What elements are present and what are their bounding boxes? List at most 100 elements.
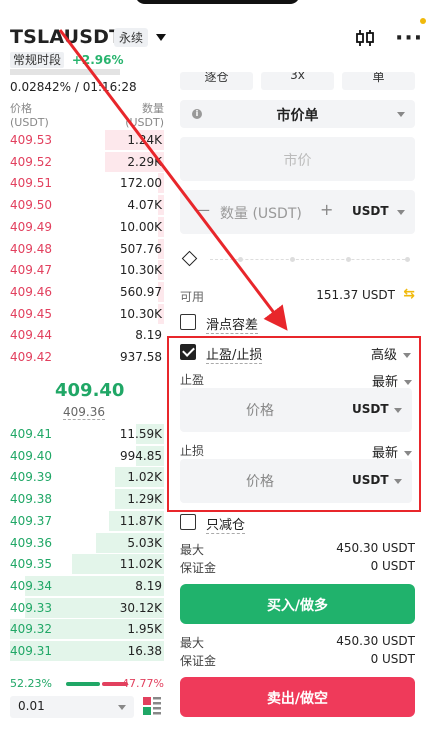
checkbox[interactable] [180,514,196,530]
slippage-toggle[interactable]: 滑点容差 [180,314,415,334]
ask-row[interactable]: 409.46 560.97 [10,281,164,303]
position-mode-label: 单 [372,72,385,84]
ask-row[interactable]: 409.51 172.00 [10,173,164,194]
ask-qty: 1.24K [127,133,162,147]
slider-tick[interactable] [290,257,295,262]
ask-price: 409.44 [10,328,52,343]
position-mode-button[interactable]: 单 [342,72,415,90]
ask-row[interactable]: 409.48 507.76 [10,238,164,260]
ask-row[interactable]: 409.50 4.07K [10,195,164,216]
chevron-down-icon[interactable] [397,210,405,215]
bid-price: 409.40 [10,448,52,463]
symbol-title[interactable]: TSLAUSDT [10,26,122,48]
bid-qty: 5.03K [127,535,162,550]
ask-price: 409.47 [10,263,52,278]
price-column-unit: (USDT) [10,116,49,129]
bid-qty: 8.19 [135,578,162,593]
candlestick-chart-icon[interactable] [355,29,375,47]
orderbook-layout-icon[interactable] [143,697,161,715]
bid-price: 409.36 [10,535,52,550]
session-label: 常规时段 [10,52,65,68]
reduce-only-toggle[interactable]: 只减仓 [180,514,415,534]
sell-margin-row: 保证金 0 USDT [180,652,415,669]
chevron-down-icon[interactable] [156,34,166,41]
quantity-slider[interactable] [180,250,415,268]
bid-row[interactable]: 409.34 8.19 [10,575,164,597]
ask-row[interactable]: 409.49 10.00K [10,216,164,238]
bid-row[interactable]: 409.32 1.95K [10,619,164,640]
bid-row[interactable]: 409.38 1.29K [10,489,164,510]
ask-row[interactable]: 409.42 937.58 [10,347,164,368]
price-input[interactable]: 市价 [180,137,415,181]
bid-row[interactable]: 409.33 30.12K [10,597,164,619]
ask-row[interactable]: 409.45 10.30K [10,303,164,325]
quantity-unit[interactable]: USDT [352,204,389,218]
buy-max-row: 最大 450.30 USDT [180,541,415,558]
ask-qty: 10.00K [119,219,162,234]
ask-price: 409.42 [10,350,52,364]
bid-qty: 11.87K [119,513,162,528]
ask-row[interactable]: 409.47 10.30K [10,260,164,281]
precision-select[interactable]: 0.01 [10,696,134,718]
bid-qty: 994.85 [120,448,162,463]
ask-price: 409.46 [10,284,52,299]
ask-qty: 560.97 [120,284,162,299]
sell-max-row: 最大 450.30 USDT [180,634,415,651]
contract-type-badge: 永续 [114,28,149,47]
buy-margin-label: 保证金 [180,561,217,575]
chevron-down-icon [118,705,126,710]
transfer-icon[interactable]: ⇆ [403,286,415,302]
ask-row[interactable]: 409.44 8.19 [10,325,164,346]
margin-mode-label: 逐仓 [204,72,229,84]
ask-row[interactable]: 409.53 1.24K [10,130,164,151]
sell-margin-value: 0 USDT [370,652,415,666]
available-label: 可用 [180,290,205,304]
bid-qty: 1.29K [127,492,162,507]
bid-price: 409.37 [10,513,52,528]
ask-row[interactable]: 409.52 2.29K [10,151,164,173]
bid-row[interactable]: 409.31 16.38 [10,641,164,662]
status-notch [135,0,300,4]
ask-qty: 2.29K [127,154,162,169]
quantity-input[interactable]: — 数量 (USDT) + USDT [180,190,415,234]
bid-price: 409.32 [10,622,52,637]
bid-qty: 1.02K [127,470,162,485]
ask-price: 409.49 [10,219,52,234]
quantity-placeholder: 数量 (USDT) [220,206,302,222]
bid-row[interactable]: 409.35 11.02K [10,554,164,575]
minus-icon[interactable]: — [194,200,210,219]
slider-handle[interactable] [181,250,198,267]
bid-row[interactable]: 409.41 11.59K [10,424,164,445]
bid-row[interactable]: 409.37 11.87K [10,510,164,532]
reduce-only-label: 只减仓 [206,514,246,534]
margin-mode-button[interactable]: 逐仓 [180,72,253,90]
bid-qty: 16.38 [127,644,162,658]
sell-margin-label: 保证金 [180,654,217,668]
funding-rate: 0.02842% / 01:16:28 [10,80,137,94]
plus-icon[interactable]: + [320,200,333,219]
bid-row[interactable]: 409.39 1.02K [10,467,164,488]
bid-row[interactable]: 409.36 5.03K [10,532,164,554]
checkbox[interactable] [180,314,196,330]
session-row: 常规时段 +2.96% [10,51,124,68]
slider-tick[interactable] [405,257,410,262]
bid-row[interactable]: 409.40 994.85 [10,445,164,467]
order-type-select[interactable]: i 市价单 [180,100,415,128]
ask-price: 409.51 [10,176,52,191]
sell-short-button[interactable]: 卖出/做空 [180,677,415,717]
chevron-down-icon [397,112,405,117]
buy-long-button[interactable]: 买入/做多 [180,584,415,624]
bid-price: 409.39 [10,470,52,485]
buy-max-label: 最大 [180,543,205,557]
sell-max-value: 450.30 USDT [336,634,415,648]
last-price[interactable]: 409.40 [55,380,124,401]
ask-qty: 4.07K [127,198,162,213]
more-icon[interactable]: ··· [395,26,423,51]
slider-tick[interactable] [346,257,351,262]
notification-dot [420,18,426,24]
leverage-button[interactable]: 3x [261,72,334,90]
qty-column-header: 数量 [142,102,164,115]
sell-ratio: 47.77% [122,677,164,690]
ask-qty: 937.58 [120,350,162,364]
slider-tick[interactable] [238,257,243,262]
